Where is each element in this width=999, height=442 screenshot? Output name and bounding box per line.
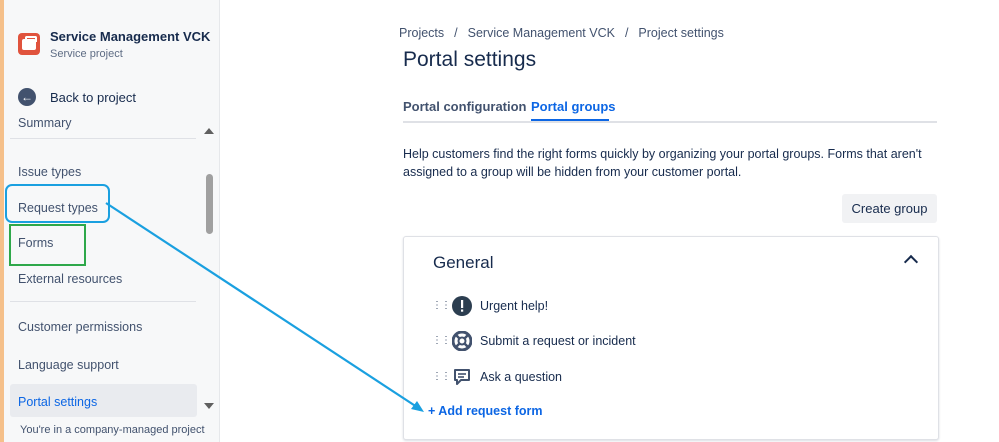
annotation-arrow bbox=[105, 202, 424, 412]
